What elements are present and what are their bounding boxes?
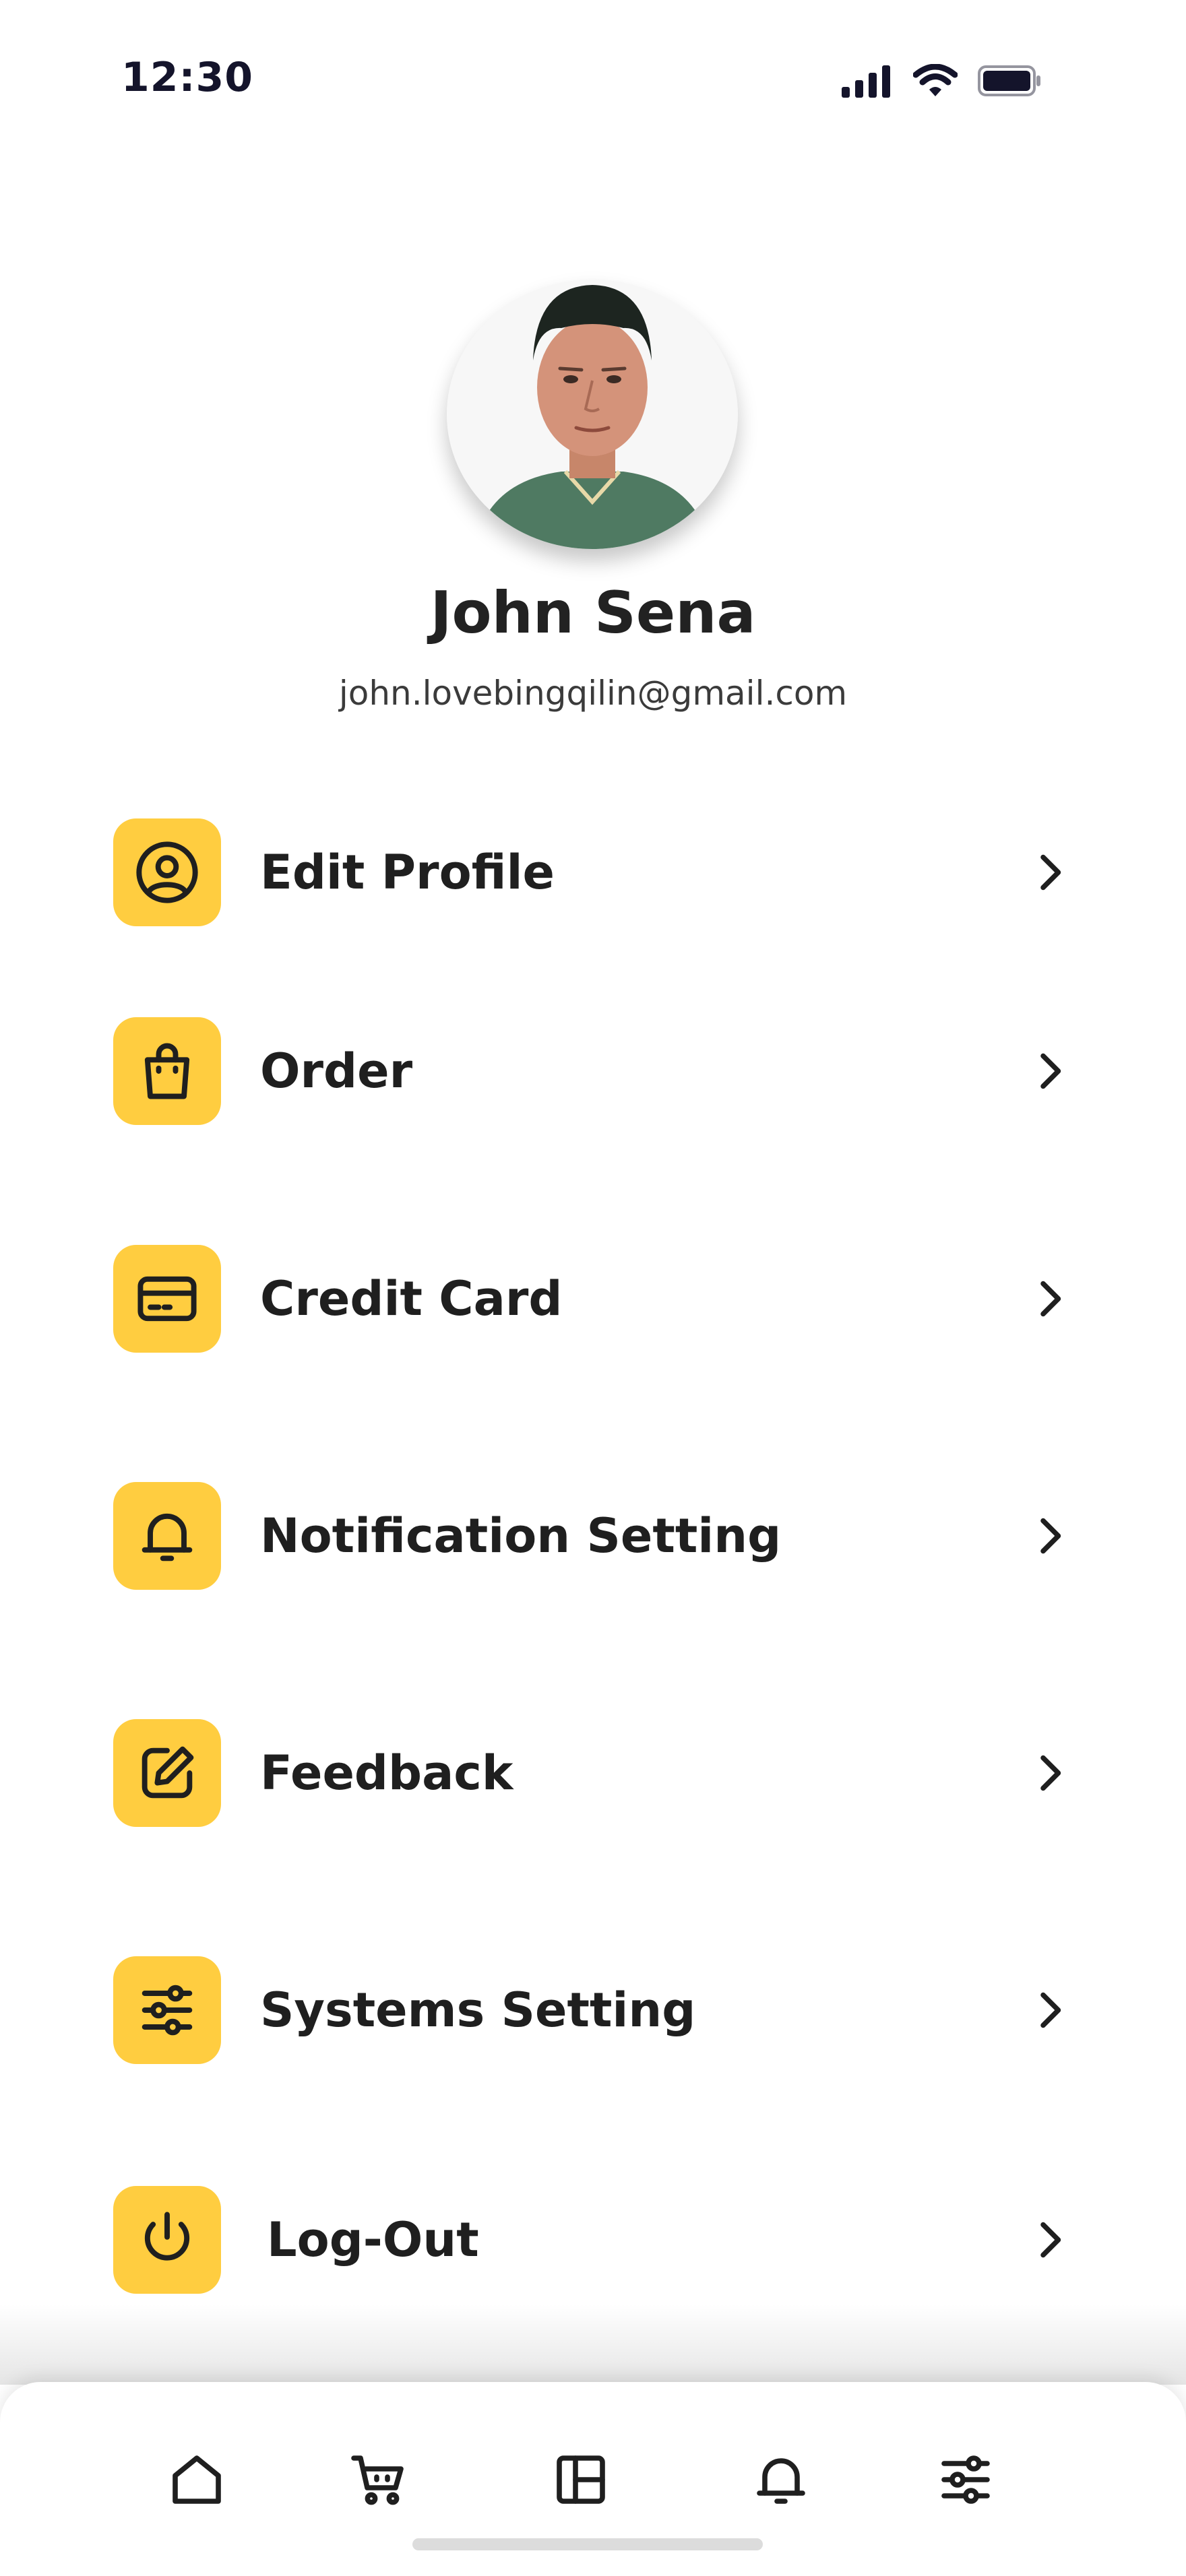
status-time: 12:30 bbox=[121, 54, 253, 101]
profile-name: John Sena bbox=[430, 579, 756, 647]
chevron-right-icon bbox=[1040, 1992, 1061, 2028]
sliders-icon bbox=[113, 1956, 221, 2064]
tab-settings[interactable] bbox=[929, 2443, 1003, 2517]
shopping-bag-icon bbox=[113, 1017, 221, 1125]
menu-item-edit-profile[interactable]: Edit Profile bbox=[113, 818, 1061, 926]
bell-icon bbox=[113, 1482, 221, 1590]
menu-item-order[interactable]: Order bbox=[113, 1017, 1061, 1125]
menu-item-notification-setting[interactable]: Notification Setting bbox=[113, 1482, 1061, 1590]
power-icon bbox=[113, 2186, 221, 2294]
menu-item-log-out[interactable]: Log-Out bbox=[113, 2186, 1061, 2294]
chevron-right-icon bbox=[1040, 854, 1061, 891]
tab-notifications[interactable] bbox=[744, 2443, 818, 2517]
chevron-right-icon bbox=[1040, 1518, 1061, 1554]
tab-cart[interactable] bbox=[342, 2443, 416, 2517]
tab-home[interactable] bbox=[160, 2443, 234, 2517]
menu-item-label: Feedback bbox=[260, 1745, 513, 1801]
signal-icon bbox=[842, 64, 893, 100]
layout-icon bbox=[557, 2455, 605, 2504]
menu-item-credit-card[interactable]: Credit Card bbox=[113, 1245, 1061, 1353]
cart-icon bbox=[351, 2455, 404, 2505]
menu-item-label: Systems Setting bbox=[260, 1983, 696, 2038]
user-circle-icon bbox=[113, 818, 221, 926]
status-icons bbox=[842, 63, 1041, 100]
credit-card-icon bbox=[113, 1245, 221, 1353]
bell-icon bbox=[757, 2458, 805, 2504]
chevron-right-icon bbox=[1040, 1281, 1061, 1317]
menu-item-label: Credit Card bbox=[260, 1271, 563, 1326]
bottom-tab-bar bbox=[0, 2382, 1186, 2576]
menu-item-label: Edit Profile bbox=[260, 845, 555, 900]
home-indicator[interactable] bbox=[412, 2538, 763, 2550]
edit-icon bbox=[113, 1719, 221, 1827]
chevron-right-icon bbox=[1040, 2222, 1061, 2258]
profile-email: john.lovebingqilin@gmail.com bbox=[338, 674, 848, 713]
profile-avatar[interactable] bbox=[447, 280, 738, 549]
chevron-right-icon bbox=[1040, 1755, 1061, 1791]
menu-item-systems-setting[interactable]: Systems Setting bbox=[113, 1956, 1061, 2064]
battery-icon bbox=[978, 65, 1041, 99]
wifi-icon bbox=[912, 63, 958, 100]
tab-bar-shadow bbox=[0, 2304, 1186, 2385]
tab-layout[interactable] bbox=[544, 2443, 618, 2517]
menu-item-label: Order bbox=[260, 1043, 413, 1099]
chevron-right-icon bbox=[1040, 1053, 1061, 1089]
menu-item-label: Notification Setting bbox=[260, 1508, 782, 1564]
sliders-icon bbox=[941, 2455, 990, 2504]
menu-item-label: Log-Out bbox=[267, 2212, 479, 2267]
home-icon bbox=[173, 2455, 221, 2504]
status-bar: 12:30 bbox=[0, 0, 1186, 162]
menu-item-feedback[interactable]: Feedback bbox=[113, 1719, 1061, 1827]
